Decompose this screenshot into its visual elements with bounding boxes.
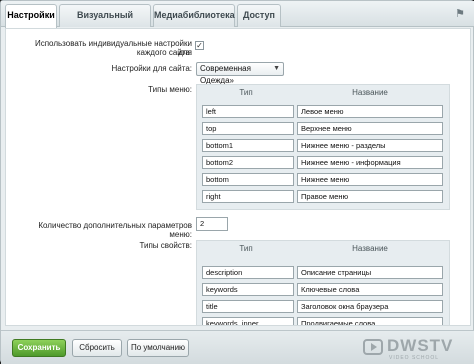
property-type-input[interactable]: description	[202, 266, 294, 279]
property-name-input[interactable]: Описание страницы	[297, 266, 443, 279]
extra-params-label: Количество дополнительных параметров мен…	[38, 221, 192, 239]
tab-settings[interactable]: Настройки	[5, 4, 57, 28]
extra-params-input[interactable]: 2	[196, 217, 228, 231]
default-button[interactable]: По умолчанию	[127, 339, 189, 357]
site-select-value: Современная Одежда»	[200, 64, 251, 85]
menu-types-header-name: Название	[352, 88, 388, 97]
menu-name-input[interactable]: Нижнее меню - информация	[297, 156, 443, 169]
property-type-input[interactable]: keywords	[202, 283, 294, 296]
settings-panel: Использовать индивидуальные настройки дл…	[5, 28, 471, 326]
tab-bar: Настройки Визуальный редактор Медиабибли…	[1, 1, 474, 41]
menu-types-header-type: Тип	[239, 88, 253, 97]
individual-settings-checkbox[interactable]: ✓	[195, 41, 204, 50]
property-type-input[interactable]: title	[202, 300, 294, 313]
menu-type-input[interactable]: bottom1	[202, 139, 294, 152]
property-name-input[interactable]: Заголовок окна браузера	[297, 300, 443, 313]
menu-name-input[interactable]: Правое меню	[297, 190, 443, 203]
menu-types-table: Тип Название left Левое меню top Верхнее…	[196, 84, 450, 210]
settings-window: Настройки Визуальный редактор Медиабибли…	[0, 0, 474, 364]
property-name-input[interactable]: Продвигаемые слова	[297, 317, 443, 325]
watermark-brand: DWSTV	[387, 336, 454, 355]
property-types-header-name: Название	[352, 244, 388, 253]
individual-settings-label-cont: каждого сайта:	[136, 48, 192, 57]
menu-type-input[interactable]: left	[202, 105, 294, 118]
play-icon	[363, 339, 383, 355]
pin-icon[interactable]: ⚑	[455, 7, 465, 20]
tab-media-library[interactable]: Медиабиблиотека	[153, 4, 235, 27]
menu-type-input[interactable]: right	[202, 190, 294, 203]
menu-name-input[interactable]: Нижнее меню - разделы	[297, 139, 443, 152]
menu-types-label: Типы меню:	[148, 85, 192, 94]
property-name-input[interactable]: Ключевые слова	[297, 283, 443, 296]
property-types-header-type: Тип	[239, 244, 253, 253]
menu-type-input[interactable]: bottom	[202, 173, 294, 186]
menu-type-input[interactable]: top	[202, 122, 294, 135]
menu-name-input[interactable]: Нижнее меню	[297, 173, 443, 186]
reset-button[interactable]: Сбросить	[72, 339, 122, 357]
tab-visual-editor[interactable]: Визуальный редактор	[59, 4, 151, 41]
menu-type-input[interactable]: bottom2	[202, 156, 294, 169]
site-settings-label: Настройки для сайта:	[111, 64, 192, 73]
footer-bar: Сохранить Сбросить По умолчанию DWSTV VI…	[1, 330, 474, 364]
tab-access[interactable]: Доступ	[237, 4, 281, 27]
watermark-logo: DWSTV VIDEO SCHOOL	[363, 334, 467, 364]
property-types-table: Тип Название description Описание страни…	[196, 240, 450, 325]
property-types-label: Типы свойств:	[139, 241, 192, 250]
menu-name-input[interactable]: Левое меню	[297, 105, 443, 118]
watermark-sub: VIDEO SCHOOL	[389, 355, 440, 361]
menu-name-input[interactable]: Верхнее меню	[297, 122, 443, 135]
site-select[interactable]: Современная Одежда» ▼	[196, 62, 284, 85]
chevron-down-icon: ▼	[273, 65, 280, 72]
property-type-input[interactable]: keywords_inner	[202, 317, 294, 325]
